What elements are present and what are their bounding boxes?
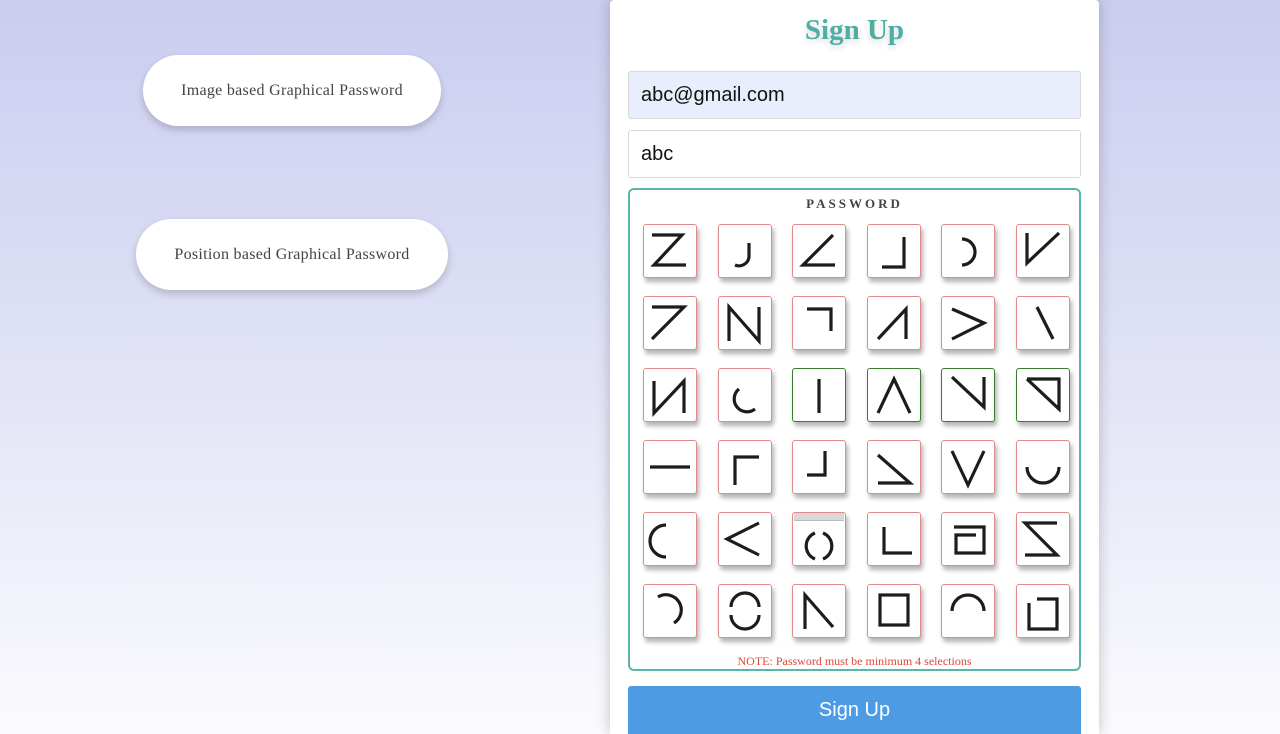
circle-split-icon xyxy=(804,531,834,561)
c-arc-icon xyxy=(648,523,667,559)
page-title: Sign Up xyxy=(804,14,905,46)
password-tile[interactable] xyxy=(866,368,921,422)
v-half-icon xyxy=(1024,231,1060,267)
password-tile[interactable] xyxy=(717,512,772,566)
less-than-icon xyxy=(722,521,760,557)
vertical-line-icon xyxy=(817,379,821,413)
circle-gap-icon xyxy=(728,591,761,631)
corner-top-left-icon xyxy=(732,455,759,485)
password-tile[interactable] xyxy=(643,368,697,422)
password-tile[interactable] xyxy=(643,296,697,350)
angle-icon xyxy=(799,233,835,267)
password-tile[interactable] xyxy=(717,224,772,278)
password-tile[interactable] xyxy=(717,368,772,422)
password-tile[interactable] xyxy=(866,440,921,494)
v-stroke-icon xyxy=(950,450,986,489)
password-tile[interactable] xyxy=(792,440,846,494)
password-tile[interactable] xyxy=(643,224,697,278)
caret-up-icon xyxy=(876,375,911,414)
password-tile[interactable] xyxy=(792,512,846,566)
email-field[interactable] xyxy=(628,71,1081,119)
password-tile[interactable] xyxy=(1015,368,1070,422)
square-open-icon xyxy=(1026,597,1059,631)
password-tile[interactable] xyxy=(1015,296,1070,350)
password-panel: PASSWORD NOTE: Password must be minimum … xyxy=(628,188,1081,671)
image-based-password-button[interactable]: Image based Graphical Password xyxy=(143,55,441,126)
password-tile[interactable] xyxy=(1015,512,1070,566)
password-tile[interactable] xyxy=(866,224,921,278)
password-tile[interactable] xyxy=(643,584,697,638)
arch-icon xyxy=(950,593,986,612)
reverse-seven-icon xyxy=(1025,377,1061,413)
password-tile[interactable] xyxy=(866,512,921,566)
password-tile[interactable] xyxy=(643,440,697,494)
right-arc-icon xyxy=(961,237,977,267)
username-field[interactable] xyxy=(628,130,1081,178)
password-tile[interactable] xyxy=(941,224,995,278)
password-tile[interactable] xyxy=(941,368,995,422)
password-tile[interactable] xyxy=(866,296,921,350)
half-triangle-down-icon xyxy=(876,453,914,485)
greater-than-icon xyxy=(951,307,988,341)
password-tile[interactable] xyxy=(717,584,772,638)
position-based-password-button[interactable]: Position based Graphical Password xyxy=(136,219,448,290)
password-label: PASSWORD xyxy=(806,196,903,211)
password-note: NOTE: Password must be minimum 4 selecti… xyxy=(737,654,972,668)
half-triangle-icon xyxy=(876,304,908,341)
bracket-square-icon xyxy=(954,525,986,555)
password-tile[interactable] xyxy=(941,584,995,638)
password-tile[interactable] xyxy=(792,584,846,638)
password-tile[interactable] xyxy=(717,440,772,494)
u-arc-icon xyxy=(1024,466,1061,485)
sigma-stroke-icon xyxy=(1020,521,1061,557)
corner-bottom-right-small-icon xyxy=(807,451,827,477)
password-tile[interactable] xyxy=(792,296,846,350)
square-icon xyxy=(877,593,910,627)
z-stroke-icon xyxy=(650,233,686,267)
j-hook-icon xyxy=(733,243,751,268)
password-tile[interactable] xyxy=(717,296,772,350)
n-half-icon xyxy=(803,590,835,629)
n-stroke-icon xyxy=(726,302,761,346)
signup-button[interactable]: Sign Up xyxy=(628,686,1081,734)
top-right-arc-icon xyxy=(657,593,683,625)
password-tile[interactable] xyxy=(866,584,921,638)
password-tile[interactable] xyxy=(643,512,697,566)
password-tile[interactable] xyxy=(1015,584,1070,638)
password-tile[interactable] xyxy=(1015,224,1070,278)
signup-card: Sign Up PASSWORD NOTE: Password must be … xyxy=(610,0,1099,734)
reverse-n-icon xyxy=(652,376,686,418)
left-arc-icon xyxy=(732,387,756,414)
password-tile[interactable] xyxy=(941,296,995,350)
password-tile[interactable] xyxy=(941,440,995,494)
horizontal-line-icon xyxy=(650,465,690,469)
seven-stroke-icon xyxy=(650,305,688,341)
corner-top-right-icon xyxy=(807,307,833,331)
corner-bottom-right-icon xyxy=(881,237,906,269)
password-tile[interactable] xyxy=(1015,440,1070,494)
password-tile[interactable] xyxy=(792,224,846,278)
corner-bottom-left-icon xyxy=(881,527,912,555)
reverse-half-v-icon xyxy=(950,375,986,411)
backslash-icon xyxy=(1035,306,1054,340)
password-tile[interactable] xyxy=(941,512,995,566)
password-tile[interactable] xyxy=(792,368,846,422)
